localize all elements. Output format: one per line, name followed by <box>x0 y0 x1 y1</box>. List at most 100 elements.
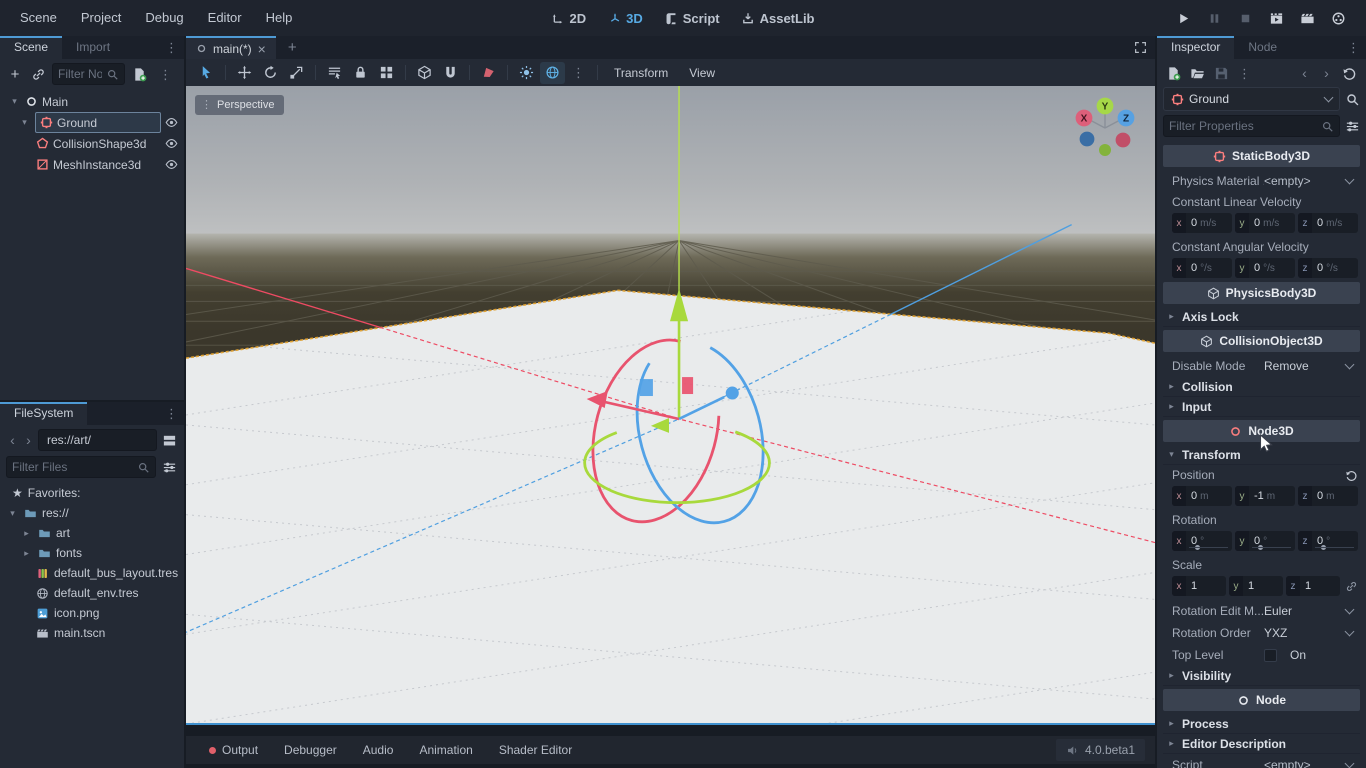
section-process[interactable]: ▸Process <box>1163 714 1360 734</box>
workspace-3d[interactable]: 3D <box>602 11 649 26</box>
cav-y-field[interactable]: y0°/s <box>1235 258 1295 278</box>
scene-tree-menu-icon[interactable]: ⋮ <box>153 68 178 81</box>
position-x-field[interactable]: x0m <box>1172 486 1232 506</box>
collapse-caret[interactable]: ▾ <box>6 508 19 519</box>
scene-filter-input[interactable] <box>58 67 102 81</box>
section-collision[interactable]: ▸Collision <box>1163 377 1360 397</box>
collapse-caret[interactable]: ▾ <box>18 117 31 128</box>
folder-fonts[interactable]: ▸ fonts <box>0 543 184 563</box>
property-physics-material[interactable]: Physics Material ... <empty> <box>1163 170 1360 192</box>
viewport-canvas[interactable] <box>186 86 1155 723</box>
stop-button[interactable] <box>1232 6 1259 30</box>
property-disable-mode[interactable]: Disable Mode Remove <box>1163 355 1360 377</box>
selected-node-box[interactable]: Ground <box>35 112 161 133</box>
menu-help[interactable]: Help <box>254 0 305 36</box>
rotate-tool[interactable] <box>258 62 283 84</box>
property-top-level[interactable]: Top Level On <box>1163 644 1360 666</box>
property-filter-input[interactable] <box>1169 119 1317 133</box>
workspace-script[interactable]: Script <box>659 11 726 26</box>
scale-tool[interactable] <box>284 62 309 84</box>
nav-forward-icon[interactable]: › <box>22 432 35 448</box>
folder-res-root[interactable]: ▾ res:// <box>0 503 184 523</box>
history-forward-icon[interactable]: › <box>1320 65 1333 81</box>
instance-scene-button[interactable] <box>29 64 47 84</box>
current-path[interactable]: res://art/ <box>38 429 157 451</box>
chevron-down-icon[interactable] <box>1345 174 1355 184</box>
axis-neg-z-handle[interactable] <box>1080 132 1095 147</box>
orientation-gizmo[interactable]: Y X Z <box>1069 92 1141 160</box>
collapse-caret[interactable]: ▸ <box>20 548 33 559</box>
clv-y-field[interactable]: y0m/s <box>1235 213 1295 233</box>
file-main-tscn[interactable]: main.tscn <box>0 623 184 643</box>
perspective-menu[interactable]: ⋮ Perspective <box>195 95 284 115</box>
scale-y-field[interactable]: y1 <box>1229 576 1283 596</box>
axis-neg-y-handle[interactable] <box>1099 144 1111 156</box>
property-script[interactable]: Script <empty> <box>1163 754 1360 768</box>
workspace-2d[interactable]: 2D <box>546 11 593 26</box>
clv-x-field[interactable]: x0m/s <box>1172 213 1232 233</box>
new-scene-tab-button[interactable]: + <box>276 36 309 59</box>
chevron-down-icon[interactable] <box>1345 626 1355 636</box>
link-scale-icon[interactable] <box>1345 580 1358 593</box>
list-select-tool[interactable] <box>322 62 347 84</box>
select-tool[interactable] <box>194 62 219 84</box>
open-docs-button[interactable] <box>1345 92 1360 107</box>
mesh-options-button[interactable] <box>476 62 501 84</box>
movie-maker-button[interactable] <box>1325 6 1352 30</box>
plane-gizmo-x-square[interactable] <box>682 377 693 394</box>
section-visibility[interactable]: ▸Visibility <box>1163 666 1360 686</box>
play-scene-button[interactable] <box>1263 6 1290 30</box>
tab-filesystem[interactable]: FileSystem <box>0 402 87 425</box>
rotation-z-field[interactable]: z0° <box>1298 531 1358 551</box>
file-filter-input[interactable] <box>12 460 133 474</box>
category-collisionobject3d[interactable]: CollisionObject3D <box>1163 330 1360 352</box>
slider-dot[interactable] <box>1258 545 1263 550</box>
folder-art[interactable]: ▸ art <box>0 523 184 543</box>
rotation-x-field[interactable]: x0° <box>1172 531 1232 551</box>
history-icon[interactable] <box>1342 66 1357 81</box>
file-default-bus-layout[interactable]: default_bus_layout.tres <box>0 563 184 583</box>
new-resource-button[interactable] <box>1166 66 1181 81</box>
slider-dot[interactable] <box>1321 545 1326 550</box>
scale-z-field[interactable]: z1 <box>1286 576 1340 596</box>
rotation-y-field[interactable]: y0° <box>1235 531 1295 551</box>
section-editor-description[interactable]: ▸Editor Description <box>1163 734 1360 754</box>
split-mode-toggle[interactable] <box>160 430 178 450</box>
nav-back-icon[interactable]: ‹ <box>6 432 19 448</box>
file-default-env[interactable]: default_env.tres <box>0 583 184 603</box>
tree-node-collisionshape3d[interactable]: CollisionShape3d <box>0 133 184 154</box>
chevron-down-icon[interactable] <box>1345 359 1355 369</box>
visibility-eye-icon[interactable] <box>165 137 178 150</box>
category-node[interactable]: Node <box>1163 689 1360 711</box>
panel-shader-editor[interactable]: Shader Editor <box>486 736 585 764</box>
transform-menu[interactable]: Transform <box>604 66 678 80</box>
attach-script-button[interactable] <box>130 64 148 84</box>
category-staticbody3d[interactable]: StaticBody3D <box>1163 145 1360 167</box>
scene-dock-menu-icon[interactable]: ⋮ <box>159 41 184 54</box>
revert-icon[interactable] <box>1345 469 1358 482</box>
move-tool[interactable] <box>232 62 257 84</box>
distraction-free-icon[interactable] <box>1134 36 1147 59</box>
top-level-checkbox[interactable] <box>1264 649 1277 662</box>
slider-dot[interactable] <box>1195 545 1200 550</box>
tab-scene[interactable]: Scene <box>0 36 62 59</box>
tab-node[interactable]: Node <box>1234 36 1291 59</box>
tab-main-scene[interactable]: main(*) × <box>186 36 276 59</box>
chevron-down-icon[interactable] <box>1345 604 1355 614</box>
file-icon-png[interactable]: icon.png <box>0 603 184 623</box>
panel-debugger[interactable]: Debugger <box>271 736 350 764</box>
panel-output[interactable]: Output <box>196 736 271 764</box>
resource-menu-icon[interactable]: ⋮ <box>1238 67 1251 80</box>
axis-neg-x-handle[interactable] <box>1116 133 1131 148</box>
inspector-dock-menu-icon[interactable]: ⋮ <box>1341 41 1366 54</box>
history-back-icon[interactable]: ‹ <box>1298 65 1311 81</box>
scale-x-field[interactable]: x1 <box>1172 576 1226 596</box>
save-resource-button[interactable] <box>1214 66 1229 81</box>
sun-environment-menu-icon[interactable]: ⋮ <box>566 66 591 79</box>
workspace-assetlib[interactable]: AssetLib <box>736 11 821 26</box>
property-tools-button[interactable] <box>1345 119 1360 134</box>
panel-audio[interactable]: Audio <box>350 736 407 764</box>
preview-environment-toggle[interactable] <box>540 62 565 84</box>
preview-sun-toggle[interactable] <box>514 62 539 84</box>
add-node-button[interactable]: + <box>6 64 24 84</box>
